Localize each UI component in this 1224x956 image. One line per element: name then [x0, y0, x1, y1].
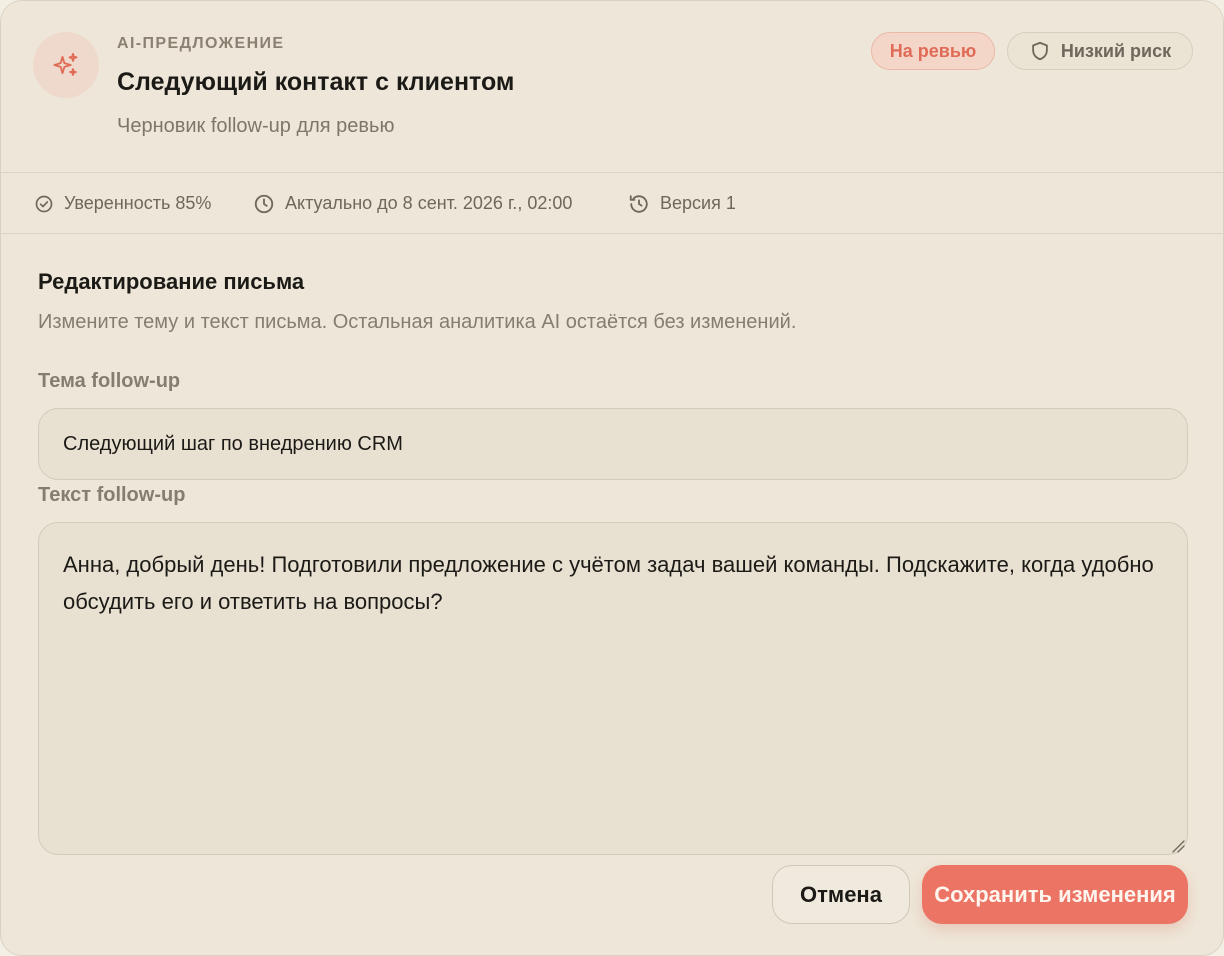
- subject-input[interactable]: [38, 408, 1188, 480]
- eyebrow-label: AI-ПРЕДЛОЖЕНИЕ: [117, 35, 285, 52]
- status-badge-review: На ревью: [871, 32, 995, 70]
- ai-suggestion-card: AI-ПРЕДЛОЖЕНИЕ Следующий контакт с клиен…: [0, 0, 1224, 956]
- status-badge-label: На ревью: [889, 40, 977, 61]
- history-icon: [629, 194, 648, 213]
- card-subtitle: Черновик follow-up для ревью: [117, 115, 395, 137]
- risk-badge-label: Низкий риск: [1060, 40, 1172, 61]
- meta-strip: Уверенность 85% Актуально до 8 сент. 202…: [1, 173, 1223, 234]
- save-changes-button[interactable]: Сохранить изменения: [922, 865, 1188, 924]
- ai-badge: [33, 32, 99, 98]
- meta-confidence-label: Уверенность 85%: [64, 193, 212, 213]
- body-label: Текст follow-up: [38, 484, 186, 506]
- meta-valid-until-label: Актуально до 8 сент. 2026 г., 02:00: [285, 193, 573, 213]
- meta-version-label: Версия 1: [660, 193, 736, 213]
- subject-label: Тема follow-up: [38, 370, 181, 392]
- clock-icon: [254, 194, 274, 213]
- risk-badge: Низкий риск: [1007, 32, 1193, 70]
- resize-handle-icon[interactable]: [1171, 839, 1185, 853]
- editor-description: Измените тему и текст письма. Остальная …: [38, 311, 797, 333]
- editor-title: Редактирование письма: [38, 269, 305, 294]
- meta-version: Версия 1: [628, 173, 736, 234]
- card-title: Следующий контакт с клиентом: [117, 68, 515, 96]
- card-header: AI-ПРЕДЛОЖЕНИЕ Следующий контакт с клиен…: [1, 1, 1223, 173]
- meta-valid-until: Актуально до 8 сент. 2026 г., 02:00: [253, 173, 572, 234]
- meta-confidence: Уверенность 85%: [34, 173, 211, 234]
- shield-icon: [1032, 41, 1048, 61]
- body-textarea[interactable]: Анна, добрый день! Подготовили предложен…: [38, 522, 1188, 855]
- sparkles-icon: [53, 52, 78, 76]
- check-circle-icon: [35, 195, 53, 212]
- cancel-button[interactable]: Отмена: [772, 865, 910, 924]
